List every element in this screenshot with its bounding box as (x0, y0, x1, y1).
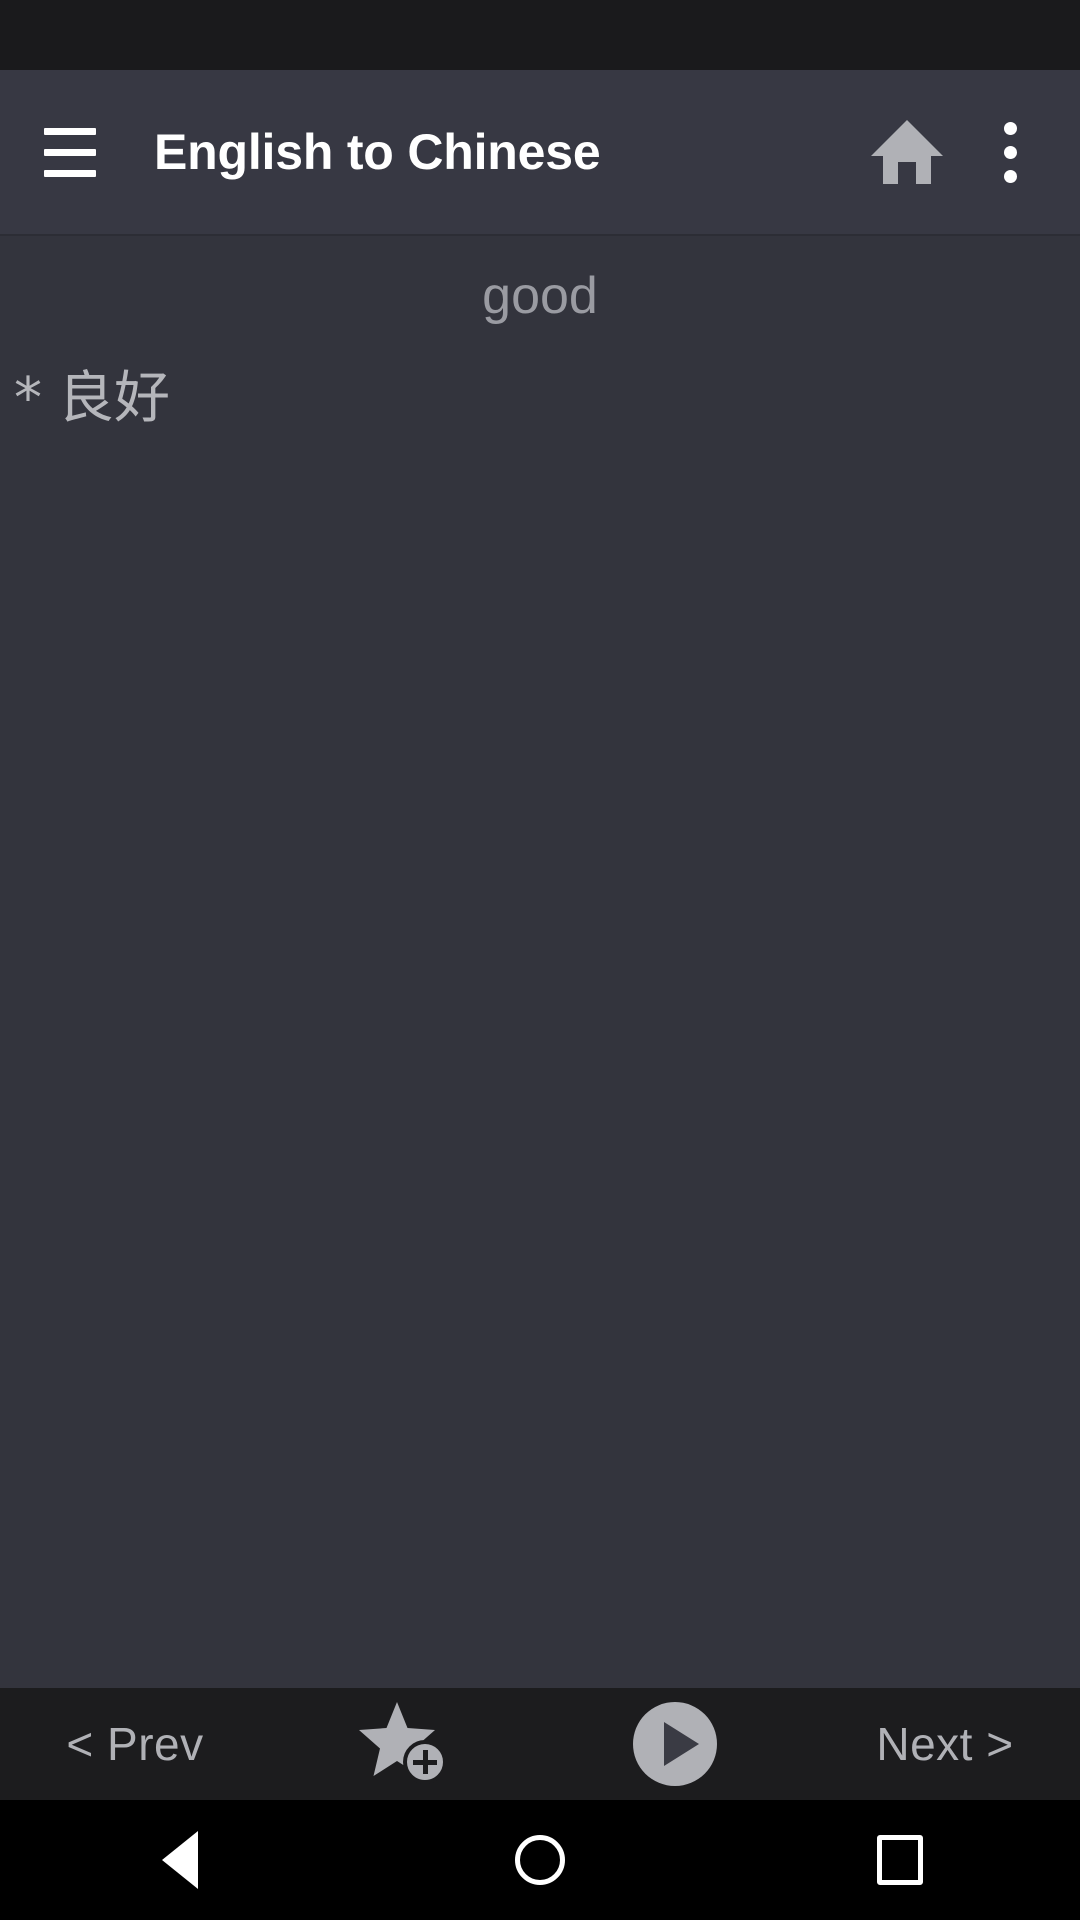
overflow-dot (1003, 121, 1017, 135)
definition-text: 良好 (58, 366, 170, 432)
overflow-dot (1003, 145, 1017, 159)
overflow-dot (1003, 169, 1017, 183)
prev-button-label: < Prev (66, 1718, 204, 1770)
hamburger-bar (44, 169, 96, 177)
app-bar-actions (852, 97, 1080, 207)
home-icon-glyph (871, 120, 943, 184)
star-plus-icon (359, 1702, 447, 1784)
hamburger-bar (44, 127, 96, 135)
headword: good (482, 267, 598, 325)
bottom-toolbar: < Prev Next > (0, 1688, 1080, 1800)
play-audio-button[interactable] (540, 1688, 810, 1800)
definition-list: * 良好 (0, 366, 1080, 432)
next-button-label: Next > (876, 1718, 1014, 1770)
page-title: English to Chinese (154, 124, 601, 180)
prev-button[interactable]: < Prev (0, 1688, 270, 1800)
app-bar: English to Chinese (0, 70, 1080, 236)
add-favorite-button[interactable] (270, 1688, 540, 1800)
app-screen: English to Chinese good * 良好 < Prev Next… (0, 0, 1080, 1920)
android-nav-bar (0, 1800, 1080, 1920)
translation-content: good * 良好 (0, 236, 1080, 1688)
next-button[interactable]: Next > (810, 1688, 1080, 1800)
square-recents-icon (877, 1835, 923, 1885)
home-icon[interactable] (852, 97, 962, 207)
hamburger-bar (44, 148, 96, 156)
definition-bullet: * (14, 366, 42, 432)
status-bar (0, 0, 1080, 70)
nav-back-button[interactable] (0, 1800, 360, 1920)
nav-recents-button[interactable] (720, 1800, 1080, 1920)
triangle-back-icon (162, 1831, 198, 1889)
nav-home-button[interactable] (360, 1800, 720, 1920)
circle-home-icon (515, 1835, 565, 1885)
hamburger-menu-icon[interactable] (22, 104, 118, 200)
play-circle-icon (633, 1702, 717, 1786)
list-item: * 良好 (14, 366, 1080, 432)
more-vertical-icon[interactable] (962, 97, 1058, 207)
